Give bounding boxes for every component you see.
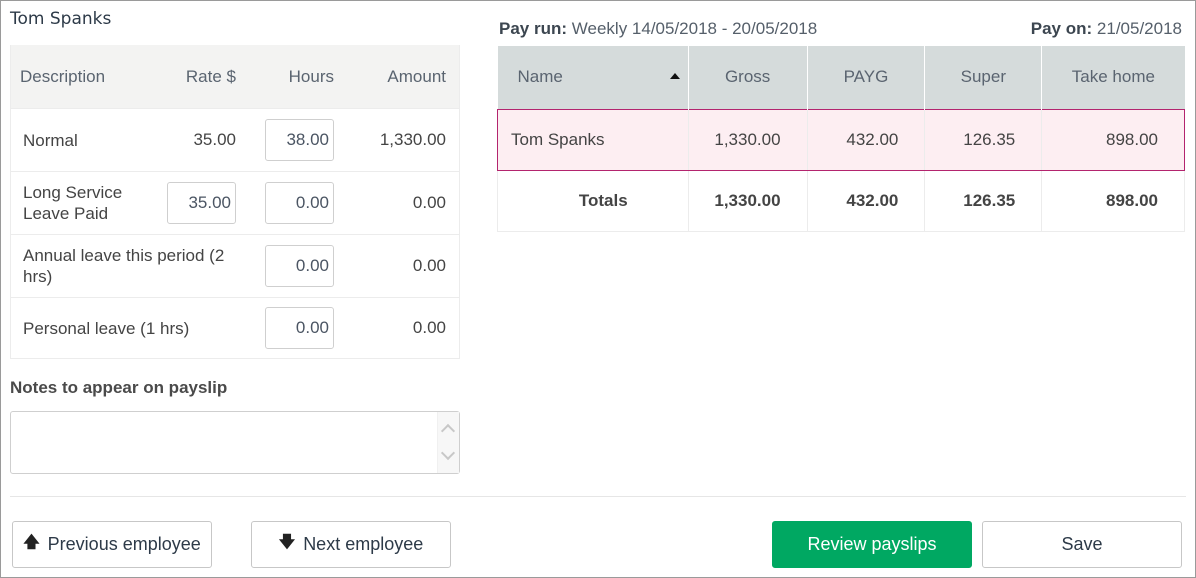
pay-line-amount: 1,330.00 [379, 130, 446, 149]
pay-run-label: Pay run: [499, 19, 568, 38]
pay-line-row: Normal 35.00 1,330.00 [11, 108, 459, 171]
hours-input[interactable] [265, 245, 334, 287]
sort-ascending-icon[interactable] [669, 73, 680, 79]
employee-row-gross: 1,330.00 [688, 108, 808, 171]
pay-line-row: Personal leave (1 hrs) 0.00 [11, 297, 459, 358]
pay-line-description: Annual leave this period (2 hrs) [23, 246, 225, 286]
hours-input[interactable] [265, 182, 334, 224]
pay-line-amount: 0.00 [412, 318, 446, 337]
rate-input[interactable] [167, 182, 236, 224]
hours-input[interactable] [265, 307, 334, 349]
pay-line-description: Personal leave (1 hrs) [23, 318, 190, 338]
notes-scrollbar[interactable] [437, 412, 459, 473]
arrow-down-icon: 🡇 [278, 534, 296, 551]
next-employee-label: Next employee [303, 534, 424, 554]
arrow-up-icon: 🡅 [23, 534, 40, 551]
previous-employee-label: Previous employee [47, 534, 201, 554]
totals-super: 126.35 [924, 170, 1043, 232]
pay-line-row: Long Service Leave Paid 0.00 [11, 171, 459, 234]
pay-line-description: Normal [23, 130, 78, 150]
pay-lines-table: Description Rate $ Hours Amount Normal 3… [10, 45, 460, 359]
header-hours: Hours [288, 66, 334, 86]
totals-row: Totals 1,330.00 432.00 126.35 898.00 [497, 170, 1185, 232]
pay-on-label: Pay on: [1030, 19, 1093, 38]
pay-line-row: Annual leave this period (2 hrs) 0.00 [11, 234, 459, 297]
pay-lines-header: Description Rate $ Hours Amount [11, 45, 459, 108]
header-rate: Rate $ [185, 66, 236, 86]
column-header-gross[interactable]: Gross [688, 46, 808, 109]
footer-divider [10, 496, 1186, 497]
pay-line-rate: 35.00 [193, 130, 236, 149]
pay-on-value: 21/05/2018 [1096, 19, 1182, 38]
employee-name-heading: Tom Spanks [10, 9, 112, 29]
scroll-up-icon[interactable] [440, 423, 456, 439]
totals-payg: 432.00 [807, 170, 926, 232]
header-description: Description [20, 67, 106, 86]
notes-textarea[interactable] [10, 411, 460, 474]
pay-line-description: Long Service Leave Paid [23, 183, 123, 223]
pay-run-value: Weekly 14/05/2018 - 20/05/2018 [571, 19, 818, 38]
column-header-name-label: Name [517, 67, 563, 87]
pay-line-amount: 0.00 [412, 193, 446, 212]
previous-employee-button[interactable]: 🡅 Previous employee [12, 521, 212, 568]
scroll-down-icon[interactable] [440, 445, 456, 461]
hours-input[interactable] [265, 119, 334, 161]
employee-row-super: 126.35 [924, 108, 1043, 171]
column-header-name[interactable]: Name [497, 46, 689, 109]
employee-row-take-home: 898.00 [1041, 108, 1185, 171]
notes-label: Notes to appear on payslip [10, 378, 228, 397]
review-payslips-button[interactable]: Review payslips [772, 521, 972, 568]
column-header-take-home[interactable]: Take home [1041, 46, 1185, 109]
employee-row-payg: 432.00 [807, 108, 926, 171]
totals-take-home: 898.00 [1041, 170, 1185, 232]
pay-run-summary-table: Name Gross PAYG Super Take home Tom Span… [497, 46, 1185, 232]
totals-label: Totals [497, 170, 689, 232]
employee-row[interactable]: Tom Spanks 1,330.00 432.00 126.35 898.00 [497, 108, 1185, 171]
totals-gross: 1,330.00 [688, 170, 808, 232]
column-header-payg[interactable]: PAYG [807, 46, 926, 109]
column-header-super[interactable]: Super [924, 46, 1043, 109]
pay-on-info: Pay on: 21/05/2018 [1031, 19, 1182, 39]
employee-row-name: Tom Spanks [497, 108, 689, 171]
header-amount: Amount [387, 66, 446, 86]
pay-run-info: Pay run: Weekly 14/05/2018 - 20/05/2018 [499, 19, 817, 39]
save-button[interactable]: Save [982, 521, 1182, 568]
pay-line-amount: 0.00 [412, 256, 446, 275]
next-employee-button[interactable]: 🡇 Next employee [251, 521, 451, 568]
